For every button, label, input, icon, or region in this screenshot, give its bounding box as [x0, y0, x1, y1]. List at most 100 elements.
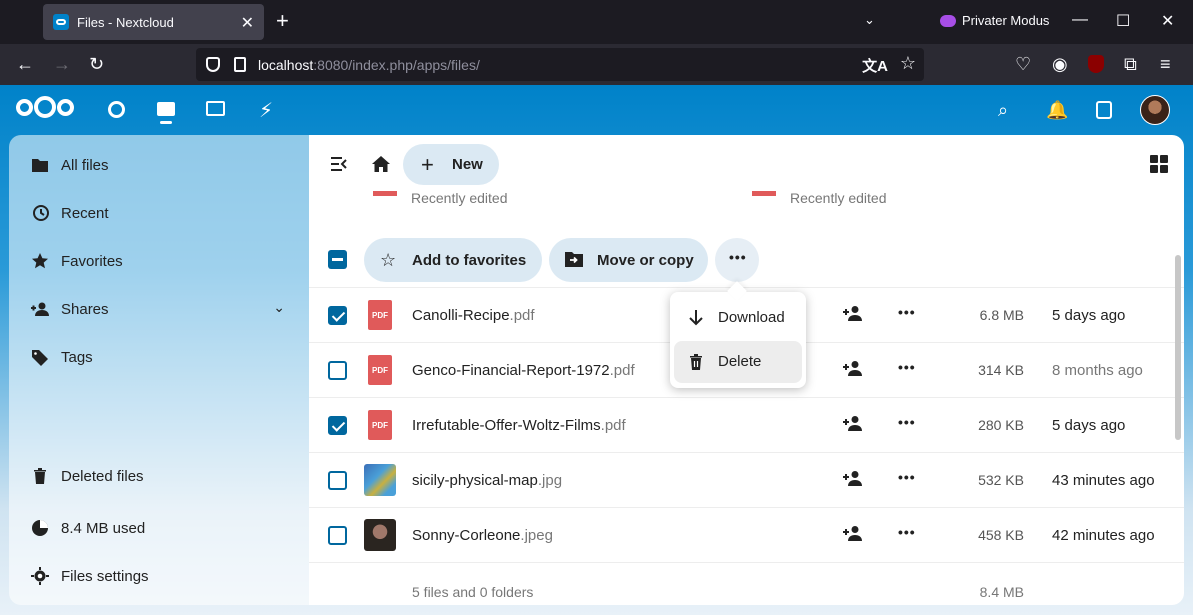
file-actions-menu-icon[interactable]: ••• [898, 524, 916, 540]
sidebar-item-shares[interactable]: Shares ⌄ [9, 287, 309, 331]
file-size: 458 KB [978, 527, 1024, 543]
pocket-icon[interactable]: ♡ [1015, 54, 1031, 74]
tab-close-icon[interactable]: ✕ [241, 13, 254, 33]
menu-item-download[interactable]: Download [674, 297, 802, 339]
maximize-icon[interactable]: ☐ [1116, 11, 1130, 31]
share-icon[interactable] [843, 360, 863, 381]
image-thumbnail[interactable] [364, 519, 396, 551]
pdf-file-icon[interactable]: PDF [364, 354, 396, 386]
browser-nav-bar: ← → ↻ localhost:8080/index.php/apps/file… [0, 44, 1193, 85]
more-actions-menu: Download Delete [670, 292, 806, 388]
scrollbar[interactable] [1175, 255, 1181, 440]
sidebar-item-label: Shares [61, 300, 109, 318]
minimize-icon[interactable]: — [1072, 11, 1088, 29]
star-outline-icon: ☆ [380, 250, 397, 270]
user-avatar[interactable] [1140, 95, 1170, 125]
download-arrow-icon [689, 310, 703, 326]
url-text[interactable]: localhost:8080/index.php/apps/files/ [258, 57, 480, 73]
pie-chart-icon [32, 520, 48, 536]
grid-view-toggle-icon[interactable] [1150, 155, 1168, 173]
file-actions-menu-icon[interactable]: ••• [898, 414, 916, 430]
add-to-favorites-button[interactable]: ☆ Add to favorites [364, 238, 542, 282]
home-icon[interactable] [372, 156, 390, 172]
dashboard-app-icon[interactable] [108, 101, 125, 118]
file-extension: .pdf [609, 362, 635, 379]
file-name[interactable]: Sonny-Corleone.jpeg [412, 527, 553, 544]
new-button[interactable]: + New [403, 144, 499, 185]
share-icon[interactable] [843, 415, 863, 436]
activity-bolt-icon[interactable]: ⚡ [259, 98, 273, 123]
more-dots-icon: ••• [729, 249, 747, 265]
storage-usage[interactable]: 8.4 MB used [9, 506, 309, 550]
tracking-protection-shield-icon[interactable] [206, 57, 220, 72]
select-all-checkbox[interactable] [328, 250, 347, 269]
sidebar-item-files-settings[interactable]: Files settings [9, 554, 309, 598]
image-thumbnail[interactable] [364, 464, 396, 496]
forward-arrow-icon[interactable]: → [53, 54, 71, 74]
file-name[interactable]: sicily-physical-map.jpg [412, 472, 562, 489]
more-actions-button[interactable]: ••• [715, 238, 759, 282]
file-select-checkbox[interactable] [328, 306, 347, 325]
nextcloud-logo-icon[interactable] [16, 96, 74, 118]
move-or-copy-button[interactable]: Move or copy [549, 238, 708, 282]
file-actions-menu-icon[interactable]: ••• [898, 304, 916, 320]
sidebar-item-deleted-files[interactable]: Deleted files [9, 454, 309, 498]
recent-item[interactable]: Recently edited [373, 190, 508, 206]
share-icon[interactable] [843, 525, 863, 546]
file-row[interactable]: PDF Irrefutable-Offer-Woltz-Films.pdf ••• 2… [309, 397, 1184, 452]
contacts-icon[interactable] [1096, 101, 1112, 119]
file-row[interactable]: Sonny-Corleone.jpeg ••• 458 KB 42 minutes a… [309, 507, 1184, 562]
app-menu-icon[interactable]: ≡ [1160, 54, 1171, 74]
file-name[interactable]: Canolli-Recipe.pdf [412, 307, 535, 324]
pdf-file-icon[interactable]: PDF [364, 409, 396, 441]
chevron-down-icon[interactable]: ⌄ [273, 299, 285, 316]
new-tab-button[interactable]: + [276, 10, 289, 32]
file-actions-menu-icon[interactable]: ••• [898, 469, 916, 485]
sidebar-item-label: All files [61, 156, 109, 174]
file-size: 532 KB [978, 472, 1024, 488]
account-icon[interactable]: ◉ [1052, 54, 1068, 74]
extensions-puzzle-icon[interactable]: ⧉ [1124, 54, 1137, 74]
file-select-checkbox[interactable] [328, 361, 347, 380]
toggle-navigation-icon[interactable] [331, 157, 347, 171]
file-extension: .pdf [509, 307, 535, 324]
sidebar-item-tags[interactable]: Tags [9, 335, 309, 379]
file-select-checkbox[interactable] [328, 526, 347, 545]
translate-icon[interactable]: 文A [862, 55, 888, 76]
recent-item[interactable]: Recently edited [752, 190, 887, 206]
notifications-bell-icon[interactable]: 🔔 [1046, 100, 1068, 121]
search-icon[interactable]: ⌕ [998, 100, 1008, 121]
menu-item-label: Download [718, 309, 785, 326]
back-arrow-icon[interactable]: ← [16, 54, 34, 74]
file-name[interactable]: Genco-Financial-Report-1972.pdf [412, 362, 635, 379]
files-summary-row: 5 files and 0 folders 8.4 MB [309, 562, 1184, 605]
sidebar-item-favorites[interactable]: Favorites [9, 239, 309, 283]
files-summary-total-size: 8.4 MB [979, 584, 1024, 600]
url-bar[interactable]: localhost:8080/index.php/apps/files/ 文A … [196, 48, 924, 81]
file-select-checkbox[interactable] [328, 471, 347, 490]
menu-item-delete[interactable]: Delete [674, 341, 802, 383]
file-size: 280 KB [978, 417, 1024, 433]
share-icon[interactable] [843, 305, 863, 326]
share-icon[interactable] [843, 470, 863, 491]
pdf-thumbnail-icon [752, 190, 776, 196]
sidebar-item-all-files[interactable]: All files [9, 143, 309, 187]
file-actions-menu-icon[interactable]: ••• [898, 359, 916, 375]
file-name[interactable]: Irrefutable-Offer-Woltz-Films.pdf [412, 417, 626, 434]
reload-icon[interactable]: ↻ [89, 54, 104, 74]
file-select-checkbox[interactable] [328, 416, 347, 435]
ublock-shield-icon[interactable] [1088, 55, 1104, 73]
recent-item-label: Recently edited [790, 190, 887, 206]
move-or-copy-label: Move or copy [597, 252, 694, 269]
file-row[interactable]: sicily-physical-map.jpg ••• 532 KB 43 minut… [309, 452, 1184, 507]
files-app-icon[interactable] [157, 102, 175, 124]
file-basename: Genco-Financial-Report-1972 [412, 362, 610, 379]
tab-list-chevron-icon[interactable]: ⌄ [864, 12, 875, 28]
bookmark-star-icon[interactable]: ☆ [900, 53, 916, 74]
photos-app-icon[interactable] [206, 101, 225, 116]
page-info-icon[interactable] [234, 57, 246, 72]
sidebar-item-recent[interactable]: Recent [9, 191, 309, 235]
window-close-icon[interactable]: ✕ [1161, 11, 1174, 31]
pdf-file-icon[interactable]: PDF [364, 299, 396, 331]
browser-tab[interactable]: Files - Nextcloud ✕ [43, 4, 264, 40]
